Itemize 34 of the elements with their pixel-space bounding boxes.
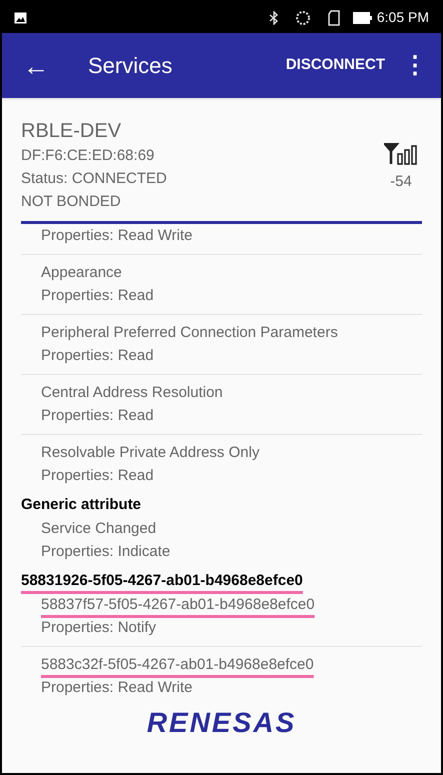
characteristic-properties: Properties: Read <box>41 406 154 426</box>
rssi-value: -54 <box>390 172 412 192</box>
service-header: Generic attribute <box>21 495 142 515</box>
company-logo: RENESAS <box>146 709 296 737</box>
characteristic-name[interactable]: 58837f57-5f05-4267-ab01-b4968e8efce0 <box>41 593 315 616</box>
menu-button[interactable]: ⋮ <box>403 54 427 78</box>
bluetooth-icon <box>268 10 279 24</box>
characteristic-properties: Properties: Read <box>41 466 154 486</box>
battery-icon <box>352 12 373 24</box>
characteristic-properties: Properties: Read Write <box>41 226 192 246</box>
signal-icon <box>384 143 418 165</box>
characteristic-name[interactable]: Appearance <box>41 261 122 284</box>
sync-icon <box>294 10 311 26</box>
connection-status: Status: CONNECTED <box>21 169 168 189</box>
characteristic-name[interactable]: 5883c32f-5f05-4267-ab01-b4968e8efce0 <box>41 653 314 676</box>
characteristic-name[interactable]: Peripheral Preferred Connection Parameters <box>41 321 338 344</box>
sd-card-icon <box>326 10 341 26</box>
bond-status: NOT BONDED <box>21 192 122 212</box>
characteristic-properties: Properties: Read <box>41 286 154 306</box>
service-header: 58831926-5f05-4267-ab01-b4968e8efce0 <box>21 571 303 591</box>
clock-time: 6:05 PM <box>376 8 429 27</box>
screen-title: Services <box>88 52 172 80</box>
characteristic-properties: Properties: Read Write <box>41 678 192 698</box>
image-icon <box>14 12 27 24</box>
characteristic-properties: Properties: Indicate <box>41 542 170 562</box>
device-address: DF:F6:CE:ED:68:69 <box>21 146 156 166</box>
characteristic-name[interactable]: Service Changed <box>41 517 156 540</box>
disconnect-button[interactable]: DISCONNECT <box>286 54 385 77</box>
characteristic-name[interactable]: Central Address Resolution <box>41 381 223 404</box>
characteristic-properties: Properties: Notify <box>41 618 156 638</box>
characteristic-name[interactable]: Resolvable Private Address Only <box>41 441 260 464</box>
device-name: RBLE-DEV <box>21 119 122 144</box>
back-button[interactable]: ← <box>22 52 50 78</box>
characteristic-properties: Properties: Read <box>41 346 154 366</box>
